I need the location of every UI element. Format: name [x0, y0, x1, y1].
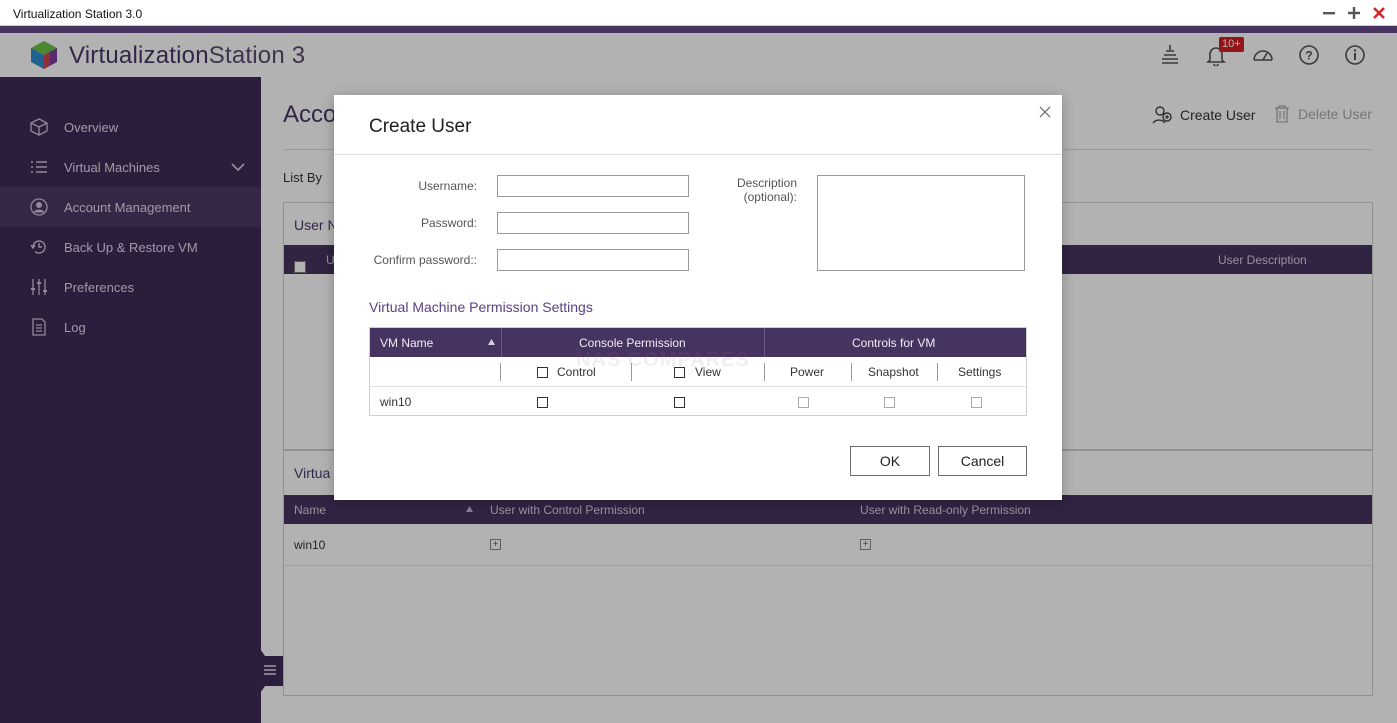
create-user-dialog: Create User Username: Password: Confirm …: [334, 95, 1062, 500]
control-checkbox[interactable]: [537, 397, 548, 408]
close-window-button[interactable]: [1370, 4, 1387, 21]
description-label-line1: Description: [736, 176, 797, 190]
confirm-password-input[interactable]: [497, 249, 689, 271]
sort-asc-icon[interactable]: [488, 339, 495, 345]
window-title: Virtualization Station 3.0: [13, 7, 143, 21]
username-label: Username:: [418, 179, 477, 193]
subheader-settings: Settings: [958, 365, 1002, 379]
description-label: Description (optional):: [717, 176, 797, 204]
table-row: win10: [370, 387, 1026, 416]
permission-settings-title: Virtual Machine Permission Settings: [369, 299, 593, 315]
subheader-power: Power: [790, 365, 825, 379]
settings-checkbox[interactable]: [971, 397, 982, 408]
ok-button[interactable]: OK: [850, 446, 930, 476]
dialog-divider: [334, 154, 1062, 155]
select-all-control-checkbox[interactable]: [537, 367, 548, 378]
confirm-password-label: Confirm password::: [373, 253, 477, 267]
close-icon: [1372, 6, 1385, 19]
watermark: NAS COMPARES: [576, 349, 750, 371]
minimize-icon: [1322, 11, 1335, 14]
col-console-permission: Console Permission: [579, 336, 686, 350]
description-textarea[interactable]: [817, 175, 1025, 271]
accent-strip: [0, 26, 1397, 33]
col-vm-name: VM Name: [380, 336, 434, 350]
close-icon: [1039, 106, 1051, 118]
description-label-line2: (optional):: [743, 190, 797, 204]
username-input[interactable]: [497, 175, 689, 197]
col-controls-for-vm: Controls for VM: [852, 336, 936, 350]
snapshot-checkbox[interactable]: [884, 397, 895, 408]
view-checkbox[interactable]: [674, 397, 685, 408]
maximize-button[interactable]: [1345, 4, 1362, 21]
password-input[interactable]: [497, 212, 689, 234]
subheader-snapshot: Snapshot: [868, 365, 919, 379]
password-label: Password:: [420, 216, 477, 230]
permission-vm-name: win10: [380, 395, 412, 409]
os-title-bar: Virtualization Station 3.0: [0, 0, 1397, 26]
minimize-button[interactable]: [1320, 4, 1337, 21]
plus-icon: [1347, 6, 1360, 19]
power-checkbox[interactable]: [798, 397, 809, 408]
cancel-button[interactable]: Cancel: [938, 446, 1027, 476]
dialog-title: Create User: [369, 116, 472, 137]
dialog-close-button[interactable]: [1039, 103, 1051, 121]
